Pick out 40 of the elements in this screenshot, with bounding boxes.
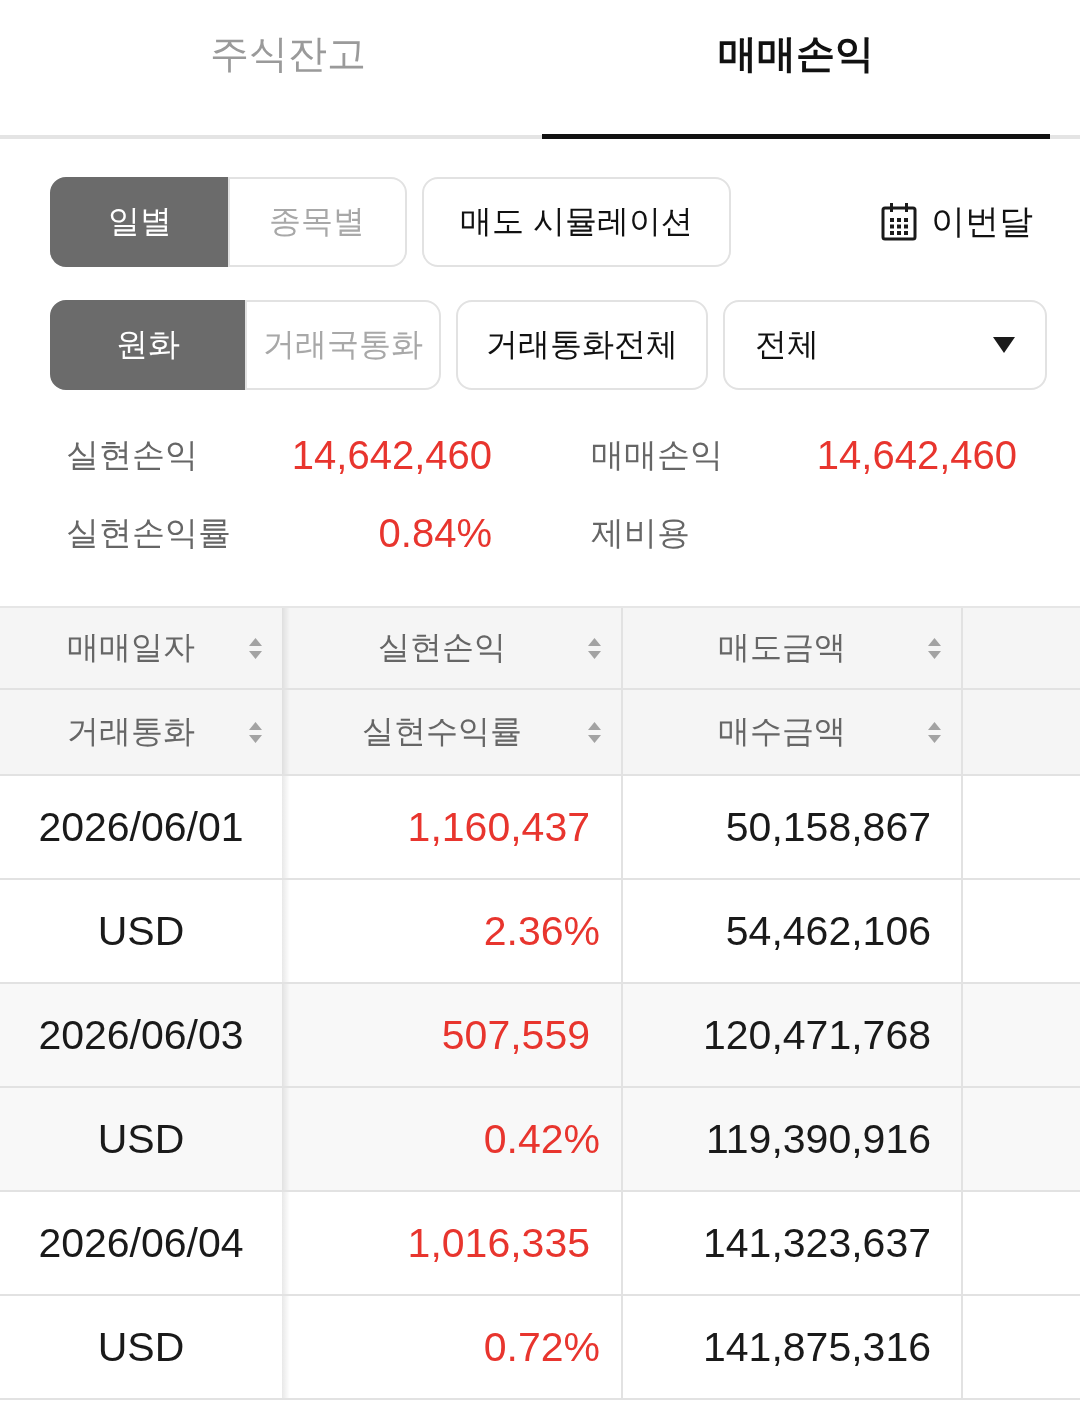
period-button[interactable]: 이번달	[881, 199, 1033, 245]
summary-value: 0.84%	[378, 510, 492, 556]
table-cell: 50,158,867	[621, 776, 961, 878]
summary-label: 매매손익	[591, 434, 723, 475]
table-cell: 141,323,637	[621, 1192, 961, 1294]
column-header: 실현손익	[377, 628, 506, 667]
sort-icon[interactable]	[928, 721, 941, 743]
table-cell-text: USD	[96, 1114, 186, 1164]
column-header: 거래통화	[67, 712, 195, 751]
table-cell: 120,471,768	[621, 984, 961, 1086]
summary-label: 제비용	[591, 512, 690, 553]
currency-filter-button[interactable]: 거래통화전체	[456, 300, 708, 390]
sort-icon[interactable]	[928, 637, 941, 659]
summary-value: 14,642,460	[816, 432, 1017, 478]
market-dropdown[interactable]: 전체	[723, 300, 1047, 390]
column-header: 매수금액	[718, 712, 846, 751]
tab[interactable]: 매매손익	[542, 0, 1050, 139]
toggle-option[interactable]: 원화	[50, 300, 247, 390]
table-cell: 54,462,106	[621, 880, 961, 982]
calendar-icon	[881, 203, 917, 241]
sort-icon[interactable]	[249, 637, 262, 659]
summary-label: 실현손익률	[66, 512, 231, 553]
table-cell: 119,390,916	[621, 1088, 961, 1190]
summary-value: 14,642,460	[291, 432, 492, 478]
sort-icon[interactable]	[588, 637, 601, 659]
table-cell-text: 2026/06/04	[37, 1218, 245, 1268]
toggle-option[interactable]: 일별	[50, 177, 230, 267]
table-cell-text: 2026/06/03	[37, 1010, 245, 1060]
summary-label: 실현손익	[66, 434, 198, 475]
column-header: 실현수익률	[361, 712, 522, 751]
caret-icon	[993, 337, 1015, 353]
table-cell-text: 2026/06/01	[37, 802, 245, 852]
table-cell: 141,875,316	[621, 1296, 961, 1398]
table-cell-text: USD	[96, 1322, 186, 1372]
sort-icon[interactable]	[249, 721, 262, 743]
column-header: 매도금액	[718, 628, 846, 667]
sort-icon[interactable]	[588, 721, 601, 743]
table-cell-text: USD	[96, 906, 186, 956]
simulation-button[interactable]: 매도 시뮬레이션	[422, 177, 731, 267]
column-header: 매매일자	[67, 628, 195, 667]
